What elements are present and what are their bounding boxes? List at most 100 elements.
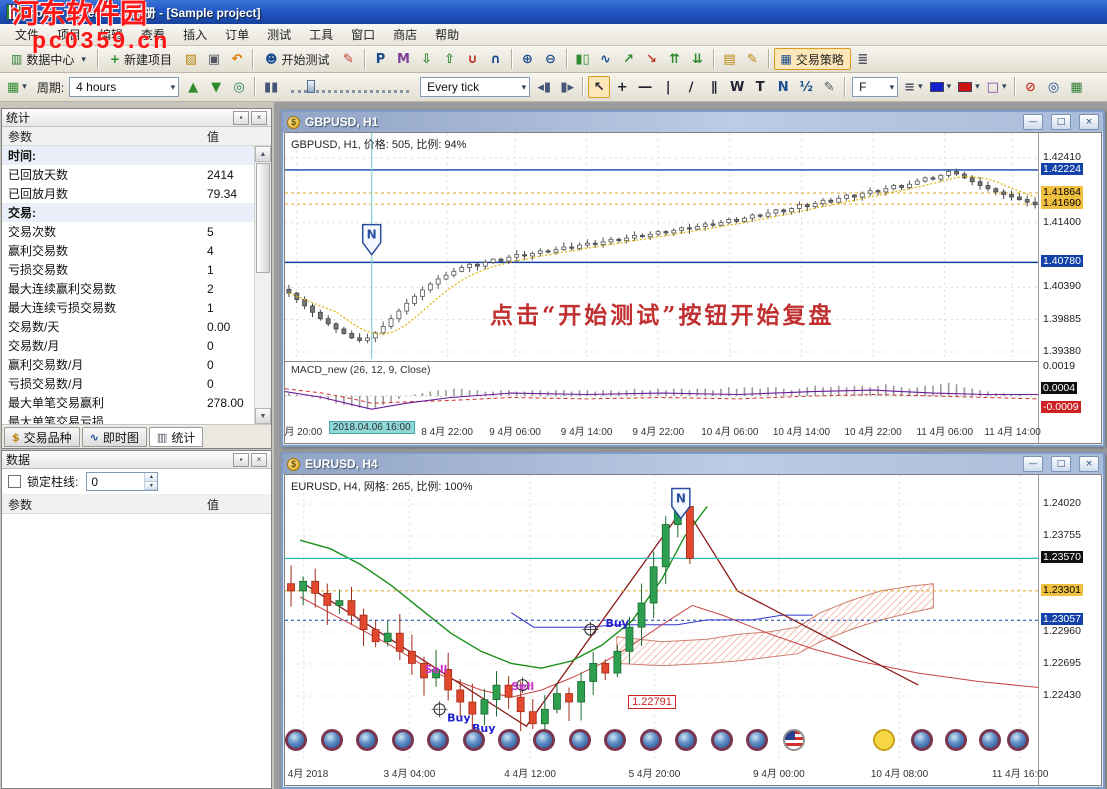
apply-down-icon[interactable]: ⇩: [416, 48, 438, 70]
news-globe-icon[interactable]: [427, 729, 449, 751]
scroll-up-icon[interactable]: ▲: [255, 146, 271, 162]
speed-slider[interactable]: [291, 81, 409, 93]
apply-template-icon[interactable]: ▦: [1066, 76, 1088, 98]
edit-test-icon[interactable]: ✎: [338, 48, 360, 70]
close-icon[interactable]: ×: [1079, 456, 1099, 472]
zoom-in-icon[interactable]: ⊕: [517, 48, 539, 70]
spinner-buttons[interactable]: ▴ ▾: [144, 473, 157, 490]
scale-up-icon[interactable]: ⇈: [664, 48, 686, 70]
chart-candles-icon[interactable]: ▮▯: [572, 48, 594, 70]
period-select[interactable]: 4 hours▾: [69, 77, 179, 97]
menu-item-4[interactable]: 插入: [174, 24, 216, 45]
note-marker-icon[interactable]: N: [772, 76, 794, 98]
lock-bar-value[interactable]: 0: [87, 473, 144, 490]
menu-item-2[interactable]: 编辑: [90, 24, 132, 45]
news-globe-icon[interactable]: [640, 729, 662, 751]
chevron-down-icon[interactable]: ▾: [947, 82, 952, 92]
news-globe-icon[interactable]: [604, 729, 626, 751]
lock-bar-checkbox[interactable]: [8, 475, 21, 488]
zoom-out-icon[interactable]: ⊖: [540, 48, 562, 70]
data-center-button[interactable]: ▥数据中心▾: [4, 48, 93, 70]
strategy-button[interactable]: ▦交易策略: [774, 48, 851, 70]
news-globe-icon[interactable]: [392, 729, 414, 751]
spin-down-icon[interactable]: ▾: [145, 482, 157, 491]
chevron-down-icon[interactable]: ▾: [975, 82, 980, 92]
fill-color-swatch[interactable]: ▾: [955, 76, 983, 98]
crosshair-tool-icon[interactable]: +: [611, 76, 633, 98]
panel-menu-icon[interactable]: ▪: [233, 111, 249, 125]
menu-item-3[interactable]: 查看: [132, 24, 174, 45]
close-icon[interactable]: ×: [1079, 114, 1099, 130]
menu-item-9[interactable]: 商店: [384, 24, 426, 45]
scrollbar-thumb[interactable]: [256, 163, 270, 273]
channel-tool-icon[interactable]: ∥: [703, 76, 725, 98]
chevron-down-icon[interactable]: ▾: [81, 54, 86, 65]
fibo-tool-icon[interactable]: ½: [795, 76, 817, 98]
copy-project-icon[interactable]: ▣: [203, 48, 225, 70]
line-color-swatch[interactable]: ▾: [927, 76, 955, 98]
event-flag-icon[interactable]: [873, 729, 895, 751]
statistics-scrollbar[interactable]: ▲ ▼: [254, 146, 271, 424]
menu-item-6[interactable]: 测试: [258, 24, 300, 45]
menu-item-5[interactable]: 订单: [216, 24, 258, 45]
news-globe-icon[interactable]: [285, 729, 307, 751]
draw-tool-icon[interactable]: ✎: [818, 76, 840, 98]
chevron-down-icon[interactable]: ▾: [22, 82, 27, 92]
tab-tick-chart[interactable]: ∿即时图: [82, 427, 147, 447]
panel-close-icon[interactable]: ×: [251, 111, 267, 125]
hline-tool-icon[interactable]: ―: [634, 76, 656, 98]
chevron-down-icon[interactable]: ▾: [918, 82, 923, 92]
minimize-icon[interactable]: —: [1023, 456, 1043, 472]
chart-down-icon[interactable]: ↘: [641, 48, 663, 70]
tab-symbols[interactable]: $交易品种: [4, 427, 80, 447]
news-globe-icon[interactable]: [356, 729, 378, 751]
trendline-tool-icon[interactable]: ∕: [680, 76, 702, 98]
news-globe-icon[interactable]: [979, 729, 1001, 751]
menu-item-7[interactable]: 工具: [300, 24, 342, 45]
font-select[interactable]: F▾: [852, 77, 898, 97]
news-globe-icon[interactable]: [945, 729, 967, 751]
news-globe-icon[interactable]: [1007, 729, 1029, 751]
notes-icon[interactable]: ✎: [742, 48, 764, 70]
new-chart-icon[interactable]: ▦▾: [4, 76, 30, 98]
wave-tool-icon[interactable]: W: [726, 76, 748, 98]
period-down-icon[interactable]: ▼: [205, 76, 227, 98]
chevron-down-icon[interactable]: ▾: [522, 82, 527, 93]
price-chart-canvas[interactable]: SellSellBuyBuyBuy$N: [285, 475, 1039, 761]
lock-bar-spinner[interactable]: 0 ▴ ▾: [86, 472, 158, 491]
strategy-list-icon[interactable]: ≣: [852, 48, 874, 70]
pause-icon[interactable]: ▮▮: [260, 76, 282, 98]
new-project-button[interactable]: +新建项目: [103, 48, 179, 70]
panel-close-icon[interactable]: ×: [251, 453, 267, 467]
news-globe-icon[interactable]: [569, 729, 591, 751]
sync-charts-icon[interactable]: ◎: [228, 76, 250, 98]
target-icon[interactable]: ◎: [1043, 76, 1065, 98]
speed-slider-handle[interactable]: [307, 80, 315, 93]
news-globe-icon[interactable]: [911, 729, 933, 751]
news-globe-icon[interactable]: [321, 729, 343, 751]
apply-up-icon[interactable]: ⇧: [439, 48, 461, 70]
scale-down-icon[interactable]: ⇊: [687, 48, 709, 70]
minimize-icon[interactable]: —: [1023, 114, 1043, 130]
magnet-far-icon[interactable]: ∩: [485, 48, 507, 70]
page-p-icon[interactable]: P: [370, 48, 392, 70]
news-globe-icon[interactable]: [498, 729, 520, 751]
news-globe-icon[interactable]: [675, 729, 697, 751]
tick-mode-select[interactable]: Every tick▾: [420, 77, 530, 97]
cursor-tool-icon[interactable]: ↖: [588, 76, 610, 98]
news-globe-icon[interactable]: [746, 729, 768, 751]
news-globe-icon[interactable]: [463, 729, 485, 751]
step-forward-icon[interactable]: ▮▸: [556, 76, 578, 98]
delete-object-icon[interactable]: ⊘: [1020, 76, 1042, 98]
period-up-icon[interactable]: ▲: [182, 76, 204, 98]
line-style-icon[interactable]: ≡▾: [901, 76, 925, 98]
menu-item-10[interactable]: 帮助: [426, 24, 468, 45]
page-m-icon[interactable]: M: [393, 48, 415, 70]
scroll-down-icon[interactable]: ▼: [255, 408, 271, 424]
panel-menu-icon[interactable]: ▪: [233, 453, 249, 467]
restore-icon[interactable]: □: [1051, 114, 1071, 130]
start-test-button[interactable]: ☻开始测试: [258, 48, 337, 70]
news-globe-icon[interactable]: [533, 729, 555, 751]
chart-up-icon[interactable]: ↗: [618, 48, 640, 70]
magnet-near-icon[interactable]: ∪: [462, 48, 484, 70]
